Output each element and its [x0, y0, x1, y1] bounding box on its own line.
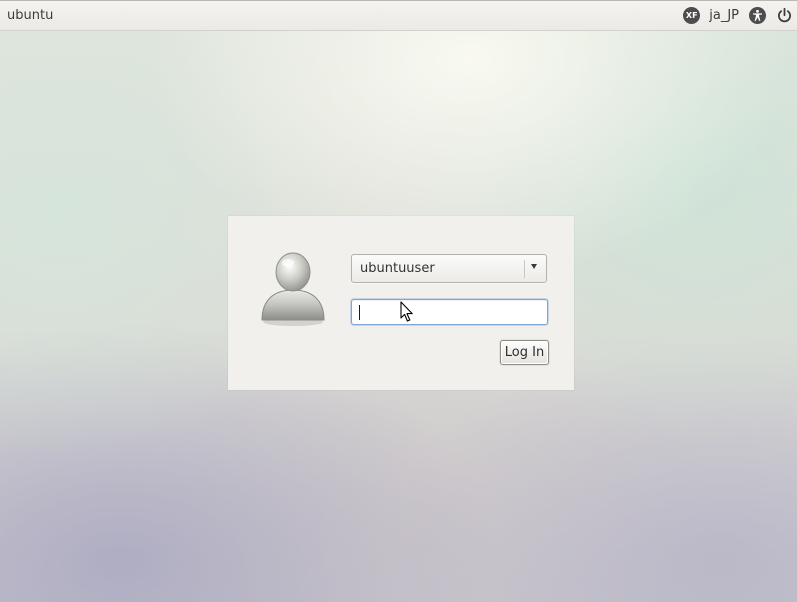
panel-indicators: XF ja_JP [683, 7, 793, 24]
selected-user-label: ubuntuuser [360, 261, 435, 276]
log-in-button[interactable]: Log In [500, 340, 549, 365]
user-select-dropdown[interactable]: ubuntuuser [351, 254, 547, 283]
hostname-label: ubuntu [7, 8, 54, 23]
chevron-down-icon[interactable] [531, 264, 537, 269]
password-input[interactable] [351, 299, 548, 325]
text-caret [359, 305, 360, 320]
dropdown-separator [524, 260, 525, 278]
power-icon[interactable] [776, 7, 793, 24]
keyboard-layout-icon[interactable]: XF [683, 7, 701, 24]
accessibility-icon[interactable] [749, 7, 766, 24]
login-dialog: ubuntuuser Log In [228, 216, 574, 390]
top-panel: ubuntu XF ja_JP [0, 0, 797, 31]
locale-indicator[interactable]: ja_JP [709, 8, 739, 23]
user-avatar-icon [260, 248, 326, 328]
